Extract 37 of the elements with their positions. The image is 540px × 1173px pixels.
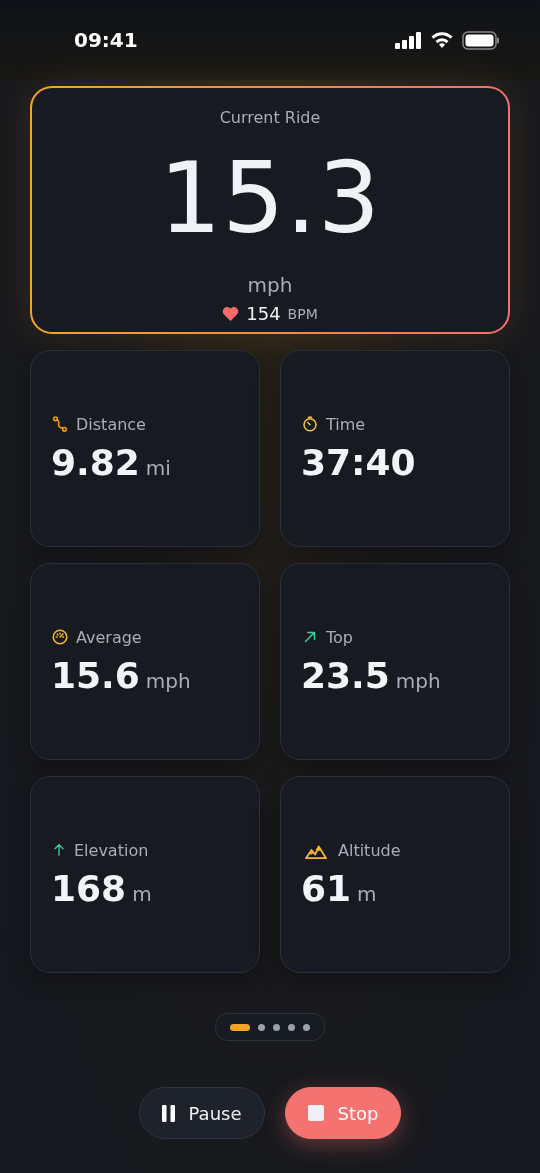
- metric-unit: mph: [145, 668, 191, 693]
- metric-unit: mph: [395, 668, 441, 693]
- metric-label: Average: [76, 627, 142, 647]
- status-time: 09:41: [74, 28, 138, 52]
- metric-unit: mi: [145, 455, 171, 480]
- card-title: Current Ride: [219, 108, 321, 127]
- battery-icon: [462, 30, 500, 50]
- speed-value: 15.3: [158, 149, 382, 247]
- heart-icon: [222, 306, 240, 321]
- metric-value: 37:40: [301, 441, 416, 483]
- metric-value: 168: [51, 868, 127, 909]
- gauge-icon: [51, 628, 69, 646]
- page-dot[interactable]: [288, 1023, 295, 1031]
- metric-value: 9.82: [51, 441, 140, 483]
- signal-icon: [395, 31, 422, 49]
- heart-rate-value: 154: [246, 303, 281, 324]
- wifi-icon: [430, 31, 454, 49]
- metric-value: 61: [301, 868, 352, 909]
- page-dot[interactable]: [303, 1023, 310, 1031]
- heart-rate-unit: BPM: [287, 305, 318, 322]
- timer-icon: [301, 415, 319, 433]
- metric-unit: m: [357, 882, 377, 906]
- pause-button[interactable]: Pause: [138, 1087, 265, 1139]
- metric-value: 15.6: [51, 654, 140, 696]
- page-dot[interactable]: [258, 1023, 265, 1031]
- speed-unit: mph: [247, 273, 293, 297]
- metric-value: 23.5: [301, 654, 390, 696]
- pause-icon: [161, 1104, 175, 1122]
- stop-icon: [307, 1105, 324, 1121]
- metric-label: Top: [326, 627, 353, 647]
- metric-unit: m: [132, 882, 152, 906]
- metric-label: Distance: [76, 414, 146, 434]
- page-dot[interactable]: [273, 1023, 280, 1031]
- metric-label: Altitude: [338, 840, 401, 860]
- metric-label: Elevation: [74, 840, 149, 860]
- metric-label: Time: [326, 414, 366, 434]
- route-icon: [51, 415, 69, 433]
